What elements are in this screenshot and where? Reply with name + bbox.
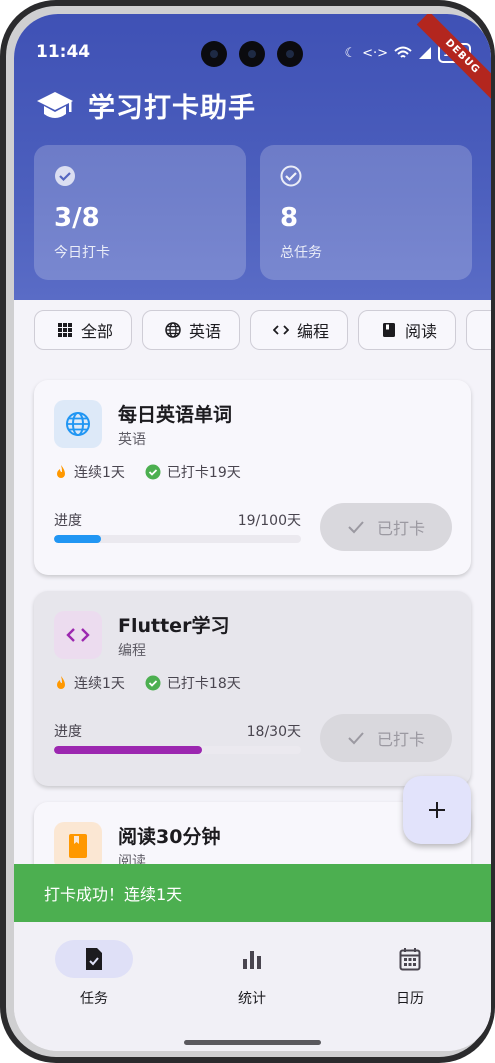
stat-value: 8 — [280, 203, 299, 233]
progress-label: 进度 — [54, 513, 82, 529]
nav-label: 任务 — [80, 991, 108, 1007]
nav-item-calendar[interactable]: 日历 — [350, 940, 470, 1008]
code-icon — [66, 628, 90, 642]
nav-indicator — [213, 940, 291, 978]
stat-card-total: 8 总任务 — [260, 145, 472, 280]
camera-icon — [201, 41, 227, 67]
streak-text: 连续1天 — [74, 676, 125, 692]
add-task-button[interactable] — [403, 776, 471, 844]
calendar-icon — [399, 948, 421, 971]
home-indicator — [184, 1040, 321, 1045]
task-icon-box — [54, 822, 102, 870]
progress-bar — [54, 535, 301, 543]
chip-label: 阅读 — [405, 322, 438, 341]
button-label: 已打卡 — [376, 519, 425, 538]
chip-label: 编程 — [297, 322, 330, 341]
app-screen: 11:44 ☾ <·> 100 DEBUG 学习打卡助手 — [14, 14, 491, 1051]
task-name: 阅读30分钟 — [118, 826, 221, 848]
task-icon — [86, 948, 102, 970]
task-name: 每日英语单词 — [118, 404, 233, 426]
moon-icon: ☾ — [344, 45, 357, 61]
checkin-text: 已打卡19天 — [166, 465, 241, 481]
progress-fill — [54, 746, 203, 754]
status-time: 11:44 — [36, 42, 91, 62]
bar-chart-icon — [243, 951, 261, 969]
filter-chip-reading[interactable]: 阅读 — [358, 310, 457, 350]
fire-icon — [57, 676, 65, 689]
stat-label: 总任务 — [280, 245, 322, 261]
bottom-navigation: 任务 统计 日历 — [14, 922, 491, 1051]
signal-icon — [419, 47, 432, 59]
code-icon — [273, 325, 290, 335]
chip-label: 全部 — [81, 322, 114, 341]
grid-icon — [58, 323, 72, 337]
filter-chip-coding[interactable]: 编程 — [250, 310, 349, 350]
task-card[interactable]: Flutter学习 编程 连续1天 已打卡18天 进度 18/30天 已打卡 — [34, 591, 471, 786]
category-filter-bar: 全部 英语 编程 阅读 — [34, 310, 491, 350]
task-card[interactable]: 每日英语单词 英语 连续1天 已打卡19天 进度 19/100天 已打卡 — [34, 380, 471, 575]
chip-label: 英语 — [189, 322, 222, 341]
code-sync-icon: <·> — [362, 45, 389, 61]
task-name: Flutter学习 — [118, 615, 230, 637]
check-circle-outline-icon — [280, 165, 302, 187]
task-category: 英语 — [118, 432, 146, 448]
checked-in-button[interactable]: 已打卡 — [320, 503, 452, 551]
nav-indicator — [371, 940, 449, 978]
snackbar: 打卡成功！连续1天 — [14, 864, 491, 922]
book-icon — [69, 834, 87, 858]
checkin-info: 已打卡18天 — [145, 673, 241, 693]
plus-icon — [429, 802, 445, 818]
camera-icon — [239, 41, 265, 67]
progress-bar — [54, 746, 301, 754]
stat-value: 3/8 — [54, 203, 100, 233]
progress-value: 19/100天 — [237, 513, 301, 529]
task-category: 编程 — [118, 643, 146, 659]
filter-chip-more[interactable] — [466, 310, 491, 350]
check-icon — [348, 732, 364, 745]
filter-chip-all[interactable]: 全部 — [34, 310, 133, 350]
check-circle-icon — [145, 464, 161, 480]
graduation-cap-icon — [37, 91, 73, 118]
progress-label: 进度 — [54, 724, 82, 740]
progress-fill — [54, 535, 101, 543]
check-circle-icon — [145, 675, 161, 691]
checkin-text: 已打卡18天 — [166, 676, 241, 692]
button-label: 已打卡 — [376, 730, 425, 749]
task-icon-box — [54, 611, 102, 659]
globe-icon — [66, 412, 90, 436]
book-icon — [383, 323, 396, 337]
checkin-info: 已打卡19天 — [145, 462, 241, 482]
checked-in-button[interactable]: 已打卡 — [320, 714, 452, 762]
check-icon — [348, 521, 364, 534]
check-circle-icon — [55, 166, 75, 186]
task-meta: 连续1天 已打卡18天 — [54, 673, 241, 693]
stat-label: 今日打卡 — [54, 245, 110, 261]
progress-value: 18/30天 — [246, 724, 301, 740]
streak-info: 连续1天 — [54, 462, 125, 482]
streak-info: 连续1天 — [54, 673, 125, 693]
stat-card-today: 3/8 今日打卡 — [34, 145, 246, 280]
globe-icon — [165, 322, 181, 338]
task-icon-box — [54, 400, 102, 448]
wifi-icon — [394, 46, 412, 58]
camera-icon — [277, 41, 303, 67]
nav-label: 日历 — [396, 991, 424, 1007]
header-title-row: 学习打卡助手 — [36, 86, 256, 125]
nav-item-stats[interactable]: 统计 — [192, 940, 312, 1008]
page-title: 学习打卡助手 — [88, 93, 256, 124]
status-bar: 11:44 ☾ <·> 100 DEBUG — [14, 14, 491, 103]
nav-indicator — [55, 940, 133, 978]
snackbar-message: 打卡成功！连续1天 — [44, 885, 183, 904]
streak-text: 连续1天 — [74, 465, 125, 481]
task-meta: 连续1天 已打卡19天 — [54, 462, 241, 482]
filter-chip-english[interactable]: 英语 — [142, 310, 241, 350]
device-bezel: 11:44 ☾ <·> 100 DEBUG 学习打卡助手 — [6, 6, 491, 1057]
fire-icon — [57, 465, 65, 478]
nav-label: 统计 — [238, 991, 266, 1007]
nav-item-tasks[interactable]: 任务 — [34, 940, 154, 1008]
device-frame: 11:44 ☾ <·> 100 DEBUG 学习打卡助手 — [0, 0, 495, 1063]
app-header: 11:44 ☾ <·> 100 DEBUG 学习打卡助手 — [14, 14, 491, 300]
